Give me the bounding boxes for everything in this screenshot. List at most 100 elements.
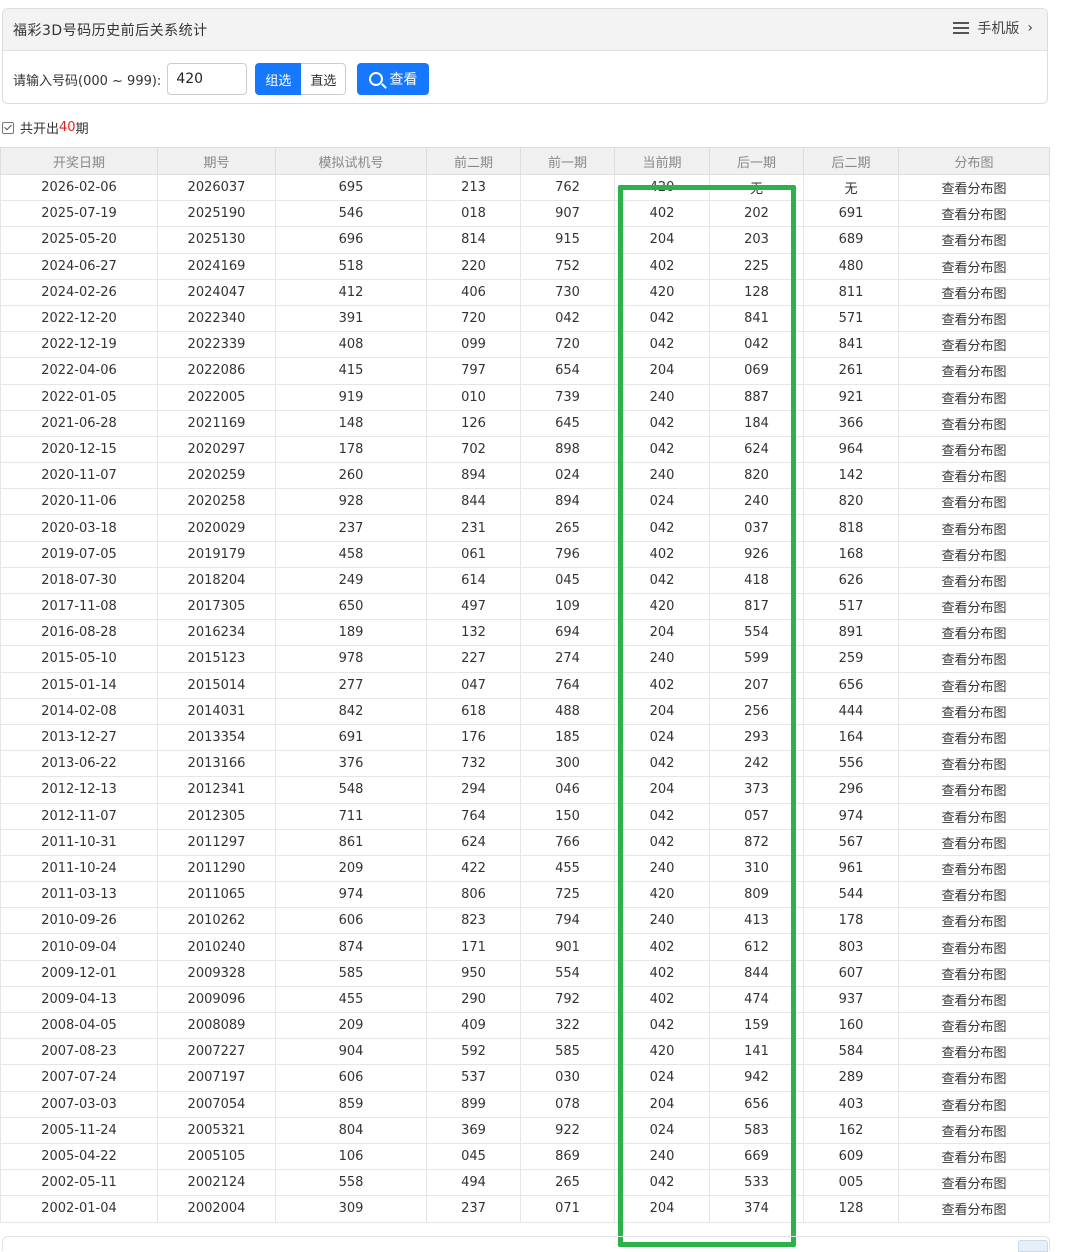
table-cell: 204: [614, 1091, 710, 1118]
view-distribution-link[interactable]: 查看分布图: [898, 226, 1050, 254]
panel-header: 福彩3D号码历史前后关系统计 手机版 ›: [3, 9, 1047, 51]
view-distribution-link[interactable]: 查看分布图: [898, 776, 1050, 804]
view-distribution-link[interactable]: 查看分布图: [898, 1195, 1050, 1223]
table-cell: 030: [520, 1064, 615, 1092]
table-row: 2009-12-01 2009328 585 950 554 402 844 607 查看分布图: [0, 960, 1050, 987]
table-cell: 2020258: [157, 488, 276, 516]
view-distribution-link[interactable]: 查看分布图: [898, 724, 1050, 752]
view-distribution-link[interactable]: 查看分布图: [898, 829, 1050, 856]
table-row: 2018-07-30 2018204 249 614 045 042 418 626 查看分布图: [0, 567, 1050, 595]
table-cell: 231: [426, 514, 521, 542]
table-cell: 042: [614, 436, 710, 464]
view-distribution-link[interactable]: 查看分布图: [898, 410, 1050, 437]
view-distribution-link[interactable]: 查看分布图: [898, 672, 1050, 699]
table-cell: 277: [275, 672, 427, 699]
table-cell: 626: [803, 567, 899, 595]
table-row: 2015-05-10 2015123 978 227 274 240 599 259 查看分布图: [0, 645, 1050, 673]
view-distribution-link[interactable]: 查看分布图: [898, 200, 1050, 228]
table-cell: 901: [520, 933, 615, 961]
table-cell: 517: [803, 593, 899, 621]
scroll-top-button[interactable]: [1018, 1240, 1048, 1252]
view-distribution-link[interactable]: 查看分布图: [898, 1038, 1050, 1066]
table-cell: 409: [426, 1012, 521, 1040]
table-cell: 820: [709, 462, 804, 490]
view-distribution-link[interactable]: 查看分布图: [898, 514, 1050, 542]
table-cell: 024: [520, 462, 615, 490]
view-distribution-link[interactable]: 查看分布图: [898, 907, 1050, 935]
view-distribution-link[interactable]: 查看分布图: [898, 174, 1050, 202]
view-distribution-link[interactable]: 查看分布图: [898, 803, 1050, 830]
view-distribution-link[interactable]: 查看分布图: [898, 279, 1050, 306]
mobile-version-link[interactable]: 手机版 ›: [953, 18, 1033, 38]
view-distribution-link[interactable]: 查看分布图: [898, 1091, 1050, 1118]
view-distribution-link[interactable]: 查看分布图: [898, 593, 1050, 621]
view-distribution-link[interactable]: 查看分布图: [898, 881, 1050, 909]
table-cell: 045: [520, 567, 615, 595]
table-cell: 408: [275, 331, 427, 359]
table-row: 2002-01-04 2002004 309 237 071 204 374 128 查看分布图: [0, 1195, 1050, 1223]
view-distribution-link[interactable]: 查看分布图: [898, 384, 1050, 411]
view-distribution-link[interactable]: 查看分布图: [898, 462, 1050, 490]
table-cell: 2022340: [157, 305, 276, 333]
table-cell: 204: [614, 226, 710, 254]
view-distribution-link[interactable]: 查看分布图: [898, 1143, 1050, 1171]
table-cell: 2011-10-31: [0, 829, 158, 856]
table-cell: 024: [614, 488, 710, 516]
view-distribution-link[interactable]: 查看分布图: [898, 619, 1050, 647]
table-cell: 256: [709, 698, 804, 725]
table-cell: 294: [426, 776, 521, 804]
view-distribution-link[interactable]: 查看分布图: [898, 488, 1050, 516]
table-cell: 2022-12-20: [0, 305, 158, 333]
view-distribution-link[interactable]: 查看分布图: [898, 436, 1050, 464]
table-cell: 814: [426, 226, 521, 254]
table-cell: 148: [275, 410, 427, 437]
table-cell: 2022086: [157, 357, 276, 385]
view-button[interactable]: 查看: [357, 63, 430, 95]
table-cell: 842: [275, 698, 427, 725]
table-cell: 150: [520, 803, 615, 830]
history-table: 开奖日期 期号 模拟试机号 前二期 前一期 当前期 后一期 后二期 分布图 2026-02-06…: [0, 147, 1050, 1223]
view-distribution-link[interactable]: 查看分布图: [898, 645, 1050, 673]
view-distribution-link[interactable]: 查看分布图: [898, 750, 1050, 778]
table-cell: 402: [614, 541, 710, 568]
table-cell: 921: [803, 384, 899, 411]
view-distribution-link[interactable]: 查看分布图: [898, 986, 1050, 1014]
view-distribution-link[interactable]: 查看分布图: [898, 1012, 1050, 1040]
number-input[interactable]: [167, 63, 248, 95]
view-distribution-link[interactable]: 查看分布图: [898, 541, 1050, 568]
view-distribution-link[interactable]: 查看分布图: [898, 331, 1050, 359]
view-distribution-link[interactable]: 查看分布图: [898, 698, 1050, 725]
view-distribution-link[interactable]: 查看分布图: [898, 1169, 1050, 1197]
table-cell: 2017305: [157, 593, 276, 621]
column-header: 模拟试机号: [275, 147, 427, 175]
view-distribution-link[interactable]: 查看分布图: [898, 933, 1050, 961]
view-distribution-link[interactable]: 查看分布图: [898, 1117, 1050, 1144]
summary-count: 40: [59, 120, 76, 135]
view-distribution-link[interactable]: 查看分布图: [898, 1064, 1050, 1092]
table-cell: 376: [275, 750, 427, 778]
table-cell: 024: [614, 1064, 710, 1092]
table-cell: 403: [803, 1091, 899, 1118]
table-row: 2007-03-03 2007054 859 899 078 204 656 403 查看分布图: [0, 1091, 1050, 1118]
table-cell: 2020297: [157, 436, 276, 464]
view-distribution-link[interactable]: 查看分布图: [898, 357, 1050, 385]
table-cell: 042: [614, 1012, 710, 1040]
table-cell: 732: [426, 750, 521, 778]
table-row: 2009-04-13 2009096 455 290 792 402 474 937 查看分布图: [0, 986, 1050, 1014]
table-cell: 618: [426, 698, 521, 725]
table-cell: 899: [426, 1091, 521, 1118]
view-distribution-link[interactable]: 查看分布图: [898, 567, 1050, 595]
search-form: 请输入号码(000 ~ 999): 组选 直选 查看: [13, 62, 430, 96]
table-cell: 2002004: [157, 1195, 276, 1223]
view-distribution-link[interactable]: 查看分布图: [898, 855, 1050, 883]
view-distribution-link[interactable]: 查看分布图: [898, 305, 1050, 333]
group-select-button[interactable]: 组选: [255, 63, 302, 95]
column-header: 前二期: [426, 147, 521, 175]
direct-select-button[interactable]: 直选: [301, 63, 347, 95]
table-cell: 606: [275, 907, 427, 935]
view-distribution-link[interactable]: 查看分布图: [898, 253, 1050, 280]
view-distribution-link[interactable]: 查看分布图: [898, 960, 1050, 987]
table-row: 2011-10-24 2011290 209 422 455 240 310 961 查看分布图: [0, 855, 1050, 883]
table-cell: 2005321: [157, 1117, 276, 1144]
table-cell: 2013166: [157, 750, 276, 778]
